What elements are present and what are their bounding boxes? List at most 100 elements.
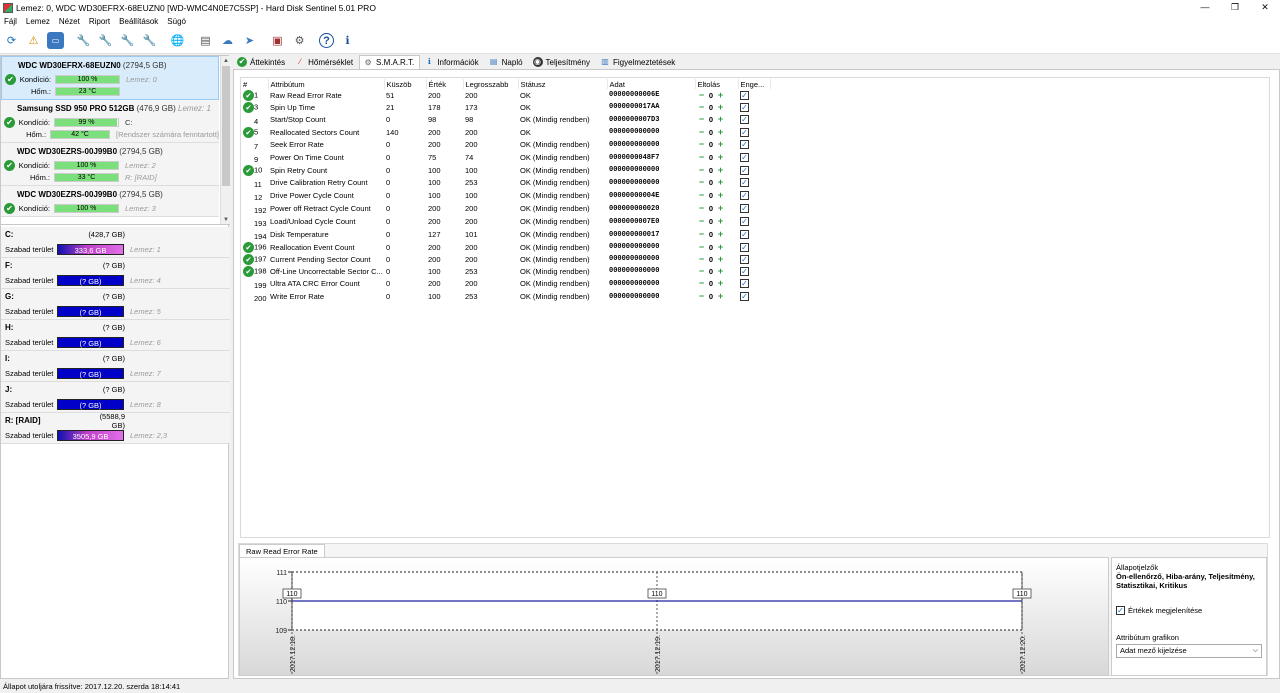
minus-icon[interactable]: − [697, 191, 706, 200]
monitor-icon[interactable]: ▣ [269, 32, 286, 49]
enable-checkbox[interactable]: ✓ [740, 266, 749, 276]
menu-view[interactable]: Nézet [59, 17, 80, 26]
plus-icon[interactable]: + [716, 127, 725, 137]
table-row[interactable]: ✔ 3 Spin Up Time 21 178 173 OK 0000000017AA −0 + ✓ [241, 101, 770, 113]
globe-icon[interactable]: 🌐 [169, 32, 186, 49]
minus-icon[interactable]: − [697, 292, 706, 301]
tab-smart[interactable]: ⚙ S.M.A.R.T. [359, 55, 421, 69]
settings-icon[interactable]: ⚙ [291, 32, 308, 49]
maximize-button[interactable]: ❐ [1220, 0, 1250, 15]
minus-icon[interactable]: − [697, 217, 706, 226]
table-row[interactable]: ✔ 1 Raw Read Error Rate 51 200 200 OK 000000000… [241, 89, 770, 101]
table-row[interactable]: ✔ 197 Current Pending Sector Count 0 200 200 O… [241, 253, 770, 265]
plus-icon[interactable]: + [716, 140, 725, 149]
enable-checkbox[interactable]: ✓ [740, 115, 749, 124]
table-row[interactable]: 199 Ultra ATA CRC Error Count 0 200 200 OK (M… [241, 277, 770, 290]
minus-icon[interactable]: − [697, 140, 706, 149]
enable-checkbox[interactable]: ✓ [740, 292, 749, 301]
plus-icon[interactable]: + [716, 204, 725, 213]
tab-overview[interactable]: ✔ Áttekintés [233, 55, 291, 69]
alert-icon[interactable]: ⚠ [25, 32, 42, 49]
volume-item[interactable]: G: (? GB) Szabad terület (? GB) Lemez: 5 [1, 289, 230, 320]
table-row[interactable]: ✔ 10 Spin Retry Count 0 100 100 OK (Mindig ren… [241, 164, 770, 176]
close-button[interactable]: ✕ [1250, 0, 1280, 15]
minus-icon[interactable]: − [697, 153, 706, 162]
plus-icon[interactable]: + [716, 217, 725, 226]
tab-alerts[interactable]: ▥ Figyelmeztetések [596, 55, 681, 69]
table-row[interactable]: 200 Write Error Rate 0 100 253 OK (Mindig ren… [241, 290, 770, 303]
graph-tab[interactable]: Raw Read Error Rate [239, 544, 325, 557]
table-row[interactable]: 194 Disk Temperature 0 127 101 OK (Mindig ren… [241, 228, 770, 241]
scroll-thumb[interactable] [222, 66, 230, 186]
table-row[interactable]: 12 Drive Power Cycle Count 0 100 100 OK (Mind… [241, 189, 770, 202]
table-row[interactable]: 7 Seek Error Rate 0 200 200 OK (Mindig rendbe… [241, 138, 770, 151]
attribute-graph-select[interactable]: Adat mező kijelzése ⌵ [1116, 644, 1262, 658]
info-icon[interactable]: ℹ [339, 32, 356, 49]
checkbox-checked-icon[interactable]: ✓ [1116, 606, 1125, 615]
plus-icon[interactable]: + [716, 266, 725, 276]
menu-help[interactable]: Súgó [167, 17, 186, 26]
plus-icon[interactable]: + [716, 90, 725, 100]
volume-item[interactable]: C: (428,7 GB) Szabad terület 333,6 GB Lemez… [1, 227, 230, 258]
enable-checkbox[interactable]: ✓ [740, 127, 749, 137]
menu-disk[interactable]: Lemez [26, 17, 50, 26]
wrench-tool-icon[interactable]: 🔧 [141, 32, 158, 49]
menu-file[interactable]: Fájl [4, 17, 17, 26]
disk-item-1[interactable]: Samsung SSD 950 PRO 512GB (476,9 GB) Lem… [1, 100, 219, 143]
table-row[interactable]: ✔ 5 Reallocated Sectors Count 140 200 200 OK 00… [241, 126, 770, 138]
send-icon[interactable]: ➤ [241, 32, 258, 49]
minus-icon[interactable]: − [697, 178, 706, 187]
enable-checkbox[interactable]: ✓ [740, 204, 749, 213]
minus-icon[interactable]: − [697, 102, 706, 112]
minus-icon[interactable]: − [697, 279, 706, 288]
wrench-ok-icon[interactable]: 🔧 [119, 32, 136, 49]
minus-icon[interactable]: − [697, 230, 706, 239]
disk-list-scrollbar[interactable]: ▲ ▼ [220, 56, 230, 224]
plus-icon[interactable]: + [716, 292, 725, 301]
enable-checkbox[interactable]: ✓ [740, 102, 749, 112]
col-header-value[interactable]: Érték [426, 79, 464, 89]
col-header-attribute[interactable]: Attribútum [268, 79, 385, 89]
plus-icon[interactable]: + [716, 242, 725, 252]
minus-icon[interactable]: − [697, 115, 706, 124]
plus-icon[interactable]: + [716, 191, 725, 200]
enable-checkbox[interactable]: ✓ [740, 279, 749, 288]
refresh-icon[interactable]: ⟳ [3, 32, 20, 49]
plus-icon[interactable]: + [716, 153, 725, 162]
help-icon[interactable]: ? [319, 33, 334, 48]
wrench-add-icon[interactable]: 🔧 [97, 32, 114, 49]
tab-log[interactable]: ▤ Napló [485, 55, 529, 69]
tab-information[interactable]: ℹ Információk [420, 55, 484, 69]
col-header-offset[interactable]: Eltolás [695, 79, 739, 89]
enable-checkbox[interactable]: ✓ [740, 217, 749, 226]
disk-item-2[interactable]: WDC WD30EZRS-00J99B0 (2794,5 GB) ✔ Kondí… [1, 143, 219, 186]
plus-icon[interactable]: + [716, 254, 725, 264]
menu-settings[interactable]: Beállítások [119, 17, 158, 26]
disk-item-3[interactable]: WDC WD30EZRS-00J99B0 (2794,5 GB) ✔ Kondí… [1, 186, 219, 217]
col-header-worst[interactable]: Legrosszabb [463, 79, 519, 89]
enable-checkbox[interactable]: ✓ [740, 242, 749, 252]
plus-icon[interactable]: + [716, 165, 725, 175]
menu-report[interactable]: Riport [89, 17, 110, 26]
plus-icon[interactable]: + [716, 178, 725, 187]
disk-item-0[interactable]: WDC WD30EFRX-68EUZN0 (2794,5 GB) ✔ Kondí… [1, 56, 219, 100]
cloud-send-icon[interactable]: ☁ [219, 32, 236, 49]
enable-checkbox[interactable]: ✓ [740, 90, 749, 100]
volume-item[interactable]: H: (? GB) Szabad terület (? GB) Lemez: 6 [1, 320, 230, 351]
minus-icon[interactable]: − [697, 165, 706, 175]
scroll-up-icon[interactable]: ▲ [221, 56, 230, 66]
volume-item[interactable]: F: (? GB) Szabad terület (? GB) Lemez: 4 [1, 258, 230, 289]
table-row[interactable]: 4 Start/Stop Count 0 98 98 OK (Mindig rendben… [241, 113, 770, 126]
col-header-enable[interactable]: Enge... [738, 79, 771, 89]
enable-checkbox[interactable]: ✓ [740, 153, 749, 162]
table-row[interactable]: 192 Power off Retract Cycle Count 0 200 200 O… [241, 202, 770, 215]
minus-icon[interactable]: − [697, 242, 706, 252]
scroll-down-icon[interactable]: ▼ [221, 215, 230, 224]
table-row[interactable]: 11 Drive Calibration Retry Count 0 100 253 OK… [241, 176, 770, 189]
col-header-id[interactable]: # [241, 79, 269, 89]
plus-icon[interactable]: + [716, 115, 725, 124]
enable-checkbox[interactable]: ✓ [740, 140, 749, 149]
enable-checkbox[interactable]: ✓ [740, 165, 749, 175]
table-row[interactable]: 9 Power On Time Count 0 75 74 OK (Mindig rend… [241, 151, 770, 164]
minus-icon[interactable]: − [697, 204, 706, 213]
